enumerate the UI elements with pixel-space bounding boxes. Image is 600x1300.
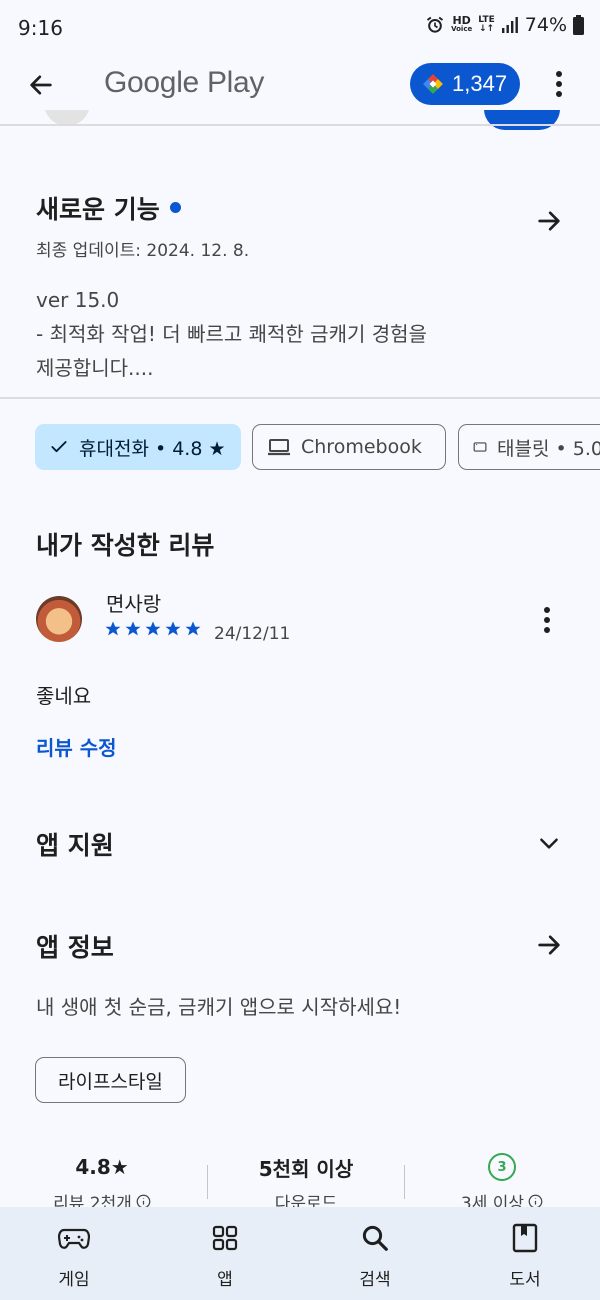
more-options-button[interactable] bbox=[544, 66, 574, 102]
hidden-button bbox=[484, 110, 560, 130]
nav-apps-label: 앱 bbox=[217, 1270, 233, 1290]
book-icon bbox=[512, 1223, 538, 1253]
nav-search-label: 검색 bbox=[359, 1270, 391, 1290]
stat-divider bbox=[404, 1165, 405, 1199]
app-support-section[interactable]: 앱 지원 bbox=[36, 826, 566, 862]
more-vert-icon bbox=[556, 71, 562, 97]
signal-icon bbox=[501, 17, 518, 33]
arrow-forward-icon bbox=[538, 935, 560, 955]
rating-value: 4.8★ bbox=[75, 1155, 129, 1179]
reviewer-name: 면사랑 bbox=[106, 592, 162, 616]
review-text: 좋네요 bbox=[36, 684, 92, 708]
gamepad-icon bbox=[58, 1228, 90, 1249]
alarm-icon bbox=[426, 16, 444, 33]
stat-rating: 4.8★ 리뷰 2천개 bbox=[12, 1153, 192, 1214]
chip-chromebook-label: Chromebook bbox=[301, 436, 422, 458]
chip-tablet[interactable]: 태블릿 • 5.0 bbox=[458, 424, 600, 470]
whats-new-title: 새로운 기능 bbox=[36, 190, 566, 226]
age-rating-badge: 3 bbox=[488, 1153, 516, 1181]
nav-books-label: 도서 bbox=[509, 1270, 541, 1290]
star-icon bbox=[105, 621, 121, 636]
status-bar: 9:16 HD Voice LTE ↓↑ 74% bbox=[0, 0, 600, 56]
play-points-count: 1,347 bbox=[452, 71, 508, 96]
google-play-logo-text: Google Play bbox=[104, 66, 265, 99]
star-rating bbox=[104, 620, 202, 638]
star-icon bbox=[125, 621, 141, 636]
app-description: 내 생애 첫 순금, 금캐기 앱으로 시작하세요! bbox=[36, 995, 402, 1019]
app-support-title: 앱 지원 bbox=[36, 831, 114, 860]
category-chip[interactable]: 라이프스타일 bbox=[35, 1057, 186, 1103]
laptop-icon bbox=[268, 439, 290, 456]
check-icon bbox=[51, 441, 67, 453]
hd-voice-icon: HD Voice bbox=[451, 14, 473, 33]
new-indicator-dot bbox=[169, 201, 181, 213]
nav-books[interactable]: 도서 bbox=[475, 1221, 575, 1290]
whats-new-arrow-button[interactable] bbox=[532, 204, 566, 238]
whats-new-section[interactable]: 새로운 기능 최종 업데이트: 2024. 12. 8. ver 15.0 - … bbox=[36, 190, 566, 380]
stat-age-rating: 3 3세 이상 bbox=[412, 1153, 592, 1214]
partially-hidden-row bbox=[0, 110, 600, 132]
play-points-icon bbox=[423, 74, 443, 94]
review-date: 24/12/11 bbox=[214, 624, 291, 644]
update-notes-line1: - 최적화 작업! 더 빠르고 쾌적한 금캐기 경험을 bbox=[36, 322, 427, 346]
app-info-title: 앱 정보 bbox=[36, 933, 114, 962]
star-icon bbox=[165, 621, 181, 636]
chip-chromebook[interactable]: Chromebook bbox=[252, 424, 446, 470]
expand-button[interactable] bbox=[532, 826, 566, 860]
chip-phone-label: 휴대전화 • 4.8 ★ bbox=[79, 437, 226, 460]
avatar bbox=[36, 596, 82, 642]
nav-games[interactable]: 게임 bbox=[24, 1221, 124, 1290]
last-updated: 최종 업데이트: 2024. 12. 8. bbox=[36, 241, 250, 261]
section-divider bbox=[0, 397, 600, 399]
back-button[interactable] bbox=[24, 68, 58, 102]
app-info-arrow-button[interactable] bbox=[532, 928, 566, 962]
version-text: ver 15.0 bbox=[36, 288, 120, 312]
star-icon bbox=[145, 621, 161, 636]
battery-icon bbox=[573, 15, 584, 35]
stat-divider bbox=[207, 1165, 208, 1199]
search-icon bbox=[362, 1225, 388, 1251]
nav-search[interactable]: 검색 bbox=[325, 1221, 425, 1290]
star-icon bbox=[185, 621, 201, 636]
review-more-button[interactable] bbox=[532, 604, 562, 636]
my-review-title: 내가 작성한 리뷰 bbox=[36, 531, 215, 560]
play-points-button[interactable]: 1,347 bbox=[410, 63, 520, 105]
tablet-icon bbox=[473, 442, 487, 452]
app-info-section[interactable]: 앱 정보 bbox=[36, 928, 566, 968]
app-bar-divider bbox=[0, 124, 600, 126]
arrow-back-icon bbox=[30, 75, 52, 95]
battery-percent: 74% bbox=[524, 14, 567, 36]
chevron-down-icon bbox=[540, 838, 558, 849]
stat-downloads: 5천회 이상 다운로드 bbox=[216, 1153, 396, 1215]
status-icons: HD Voice LTE ↓↑ 74% bbox=[425, 14, 584, 36]
chip-phone[interactable]: 휴대전화 • 4.8 ★ bbox=[35, 424, 241, 470]
status-time: 9:16 bbox=[18, 16, 63, 40]
edit-review-link[interactable]: 리뷰 수정 bbox=[36, 732, 117, 761]
downloads-value: 5천회 이상 bbox=[258, 1156, 354, 1181]
lte-icon: LTE ↓↑ bbox=[478, 15, 495, 34]
nav-games-label: 게임 bbox=[58, 1270, 90, 1290]
arrow-forward-icon bbox=[538, 211, 560, 231]
nav-apps[interactable]: 앱 bbox=[175, 1221, 275, 1290]
bottom-navigation: 게임 앱 검색 도서 bbox=[0, 1207, 600, 1300]
more-vert-icon bbox=[544, 607, 550, 633]
update-notes-line2: 제공합니다.... bbox=[36, 356, 154, 380]
chip-tablet-label: 태블릿 • 5.0 bbox=[497, 437, 600, 460]
apps-grid-icon bbox=[212, 1225, 238, 1251]
